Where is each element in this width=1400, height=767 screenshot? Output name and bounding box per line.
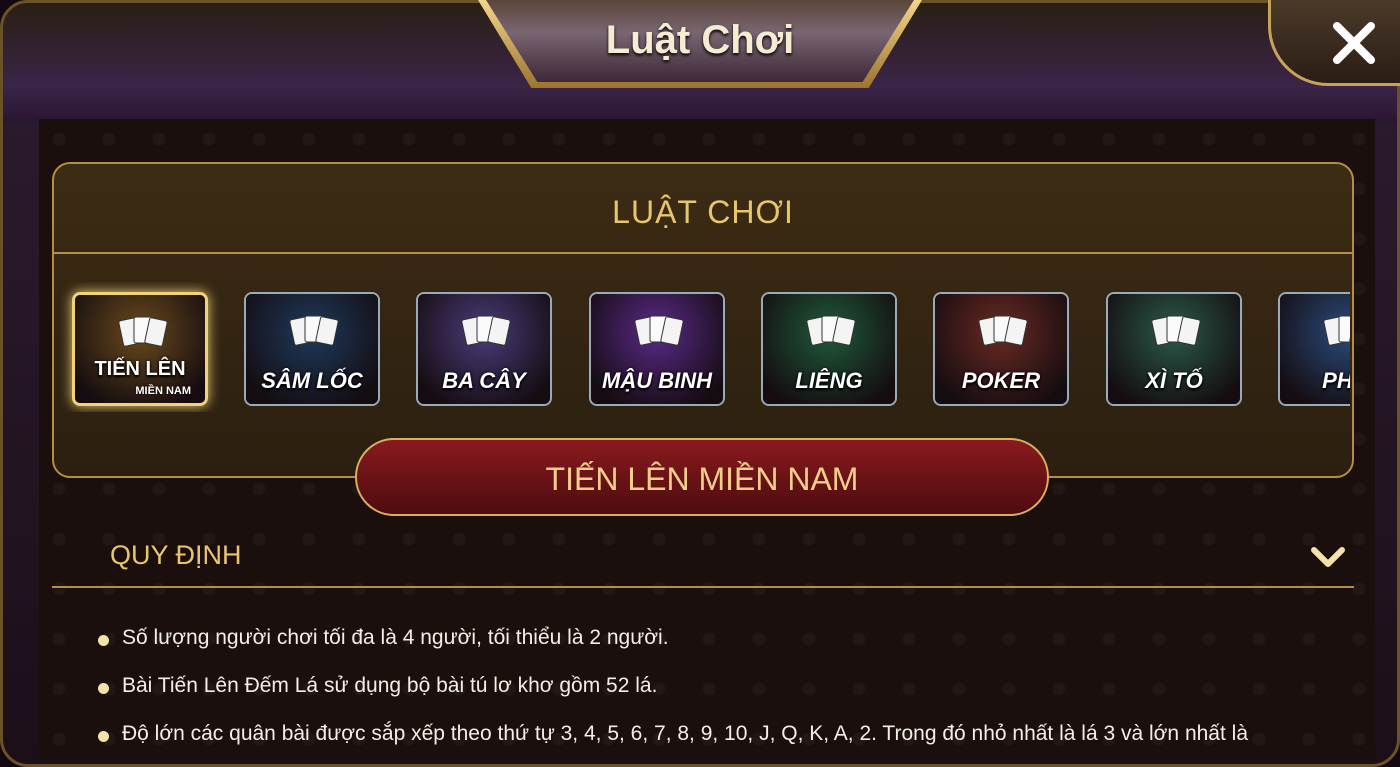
game-card[interactable]: TIẾN LÊN MIỀN NAM <box>72 292 208 406</box>
playing-cards-icon <box>634 315 684 346</box>
game-card-label: POKER <box>961 368 1041 393</box>
game-card-label: BA CÂY <box>442 368 526 393</box>
panel-title: LUẬT CHƠI <box>612 194 794 230</box>
playing-cards-icon <box>806 315 856 346</box>
rule-text: Độ lớn các quân bài được sắp xếp theo th… <box>122 722 1248 745</box>
playing-cards-icon <box>1323 315 1350 346</box>
game-card-label: LIÊNG <box>795 368 863 393</box>
rules-list: Số lượng người chơi tối đa là 4 người, t… <box>96 626 1366 767</box>
game-card-label: XÌ TỐ <box>1145 368 1203 393</box>
game-card-sublabel: MIỀN NAM <box>135 385 191 397</box>
game-card[interactable]: PHỎ <box>1278 292 1350 406</box>
selected-game-title: TIẾN LÊN MIỀN NAM <box>355 438 1049 516</box>
game-card-label: TIẾN LÊN <box>94 358 186 380</box>
rules-section-title: QUY ĐỊNH <box>110 540 242 570</box>
rule-item: Độ lớn các quân bài được sắp xếp theo th… <box>96 722 1366 767</box>
playing-cards-icon <box>289 315 339 346</box>
rules-section-header[interactable]: QUY ĐỊNH <box>52 530 1354 588</box>
game-card[interactable]: LIÊNG <box>761 292 897 406</box>
game-card-label: PHỎ <box>1322 368 1350 393</box>
playing-cards-icon <box>978 315 1028 346</box>
game-list[interactable]: TIẾN LÊN MIỀN NAM SÂM LỐC BA CÂY MẬU BINH LIÊ… <box>60 282 1350 412</box>
chevron-down-icon <box>1311 547 1345 567</box>
rule-item: Bài Tiến Lên Đếm Lá sử dụng bộ bài tú lơ… <box>96 674 1366 722</box>
dialog-title: Luật Chơi <box>605 18 795 62</box>
playing-cards-icon <box>118 316 168 347</box>
game-card[interactable]: BA CÂY <box>416 292 552 406</box>
game-card[interactable]: MẬU BINH <box>589 292 725 406</box>
rule-text: Bài Tiến Lên Đếm Lá sử dụng bộ bài tú lơ… <box>122 674 658 697</box>
game-card-label: MẬU BINH <box>602 368 712 393</box>
rule-text: Số lượng người chơi tối đa là 4 người, t… <box>122 626 669 649</box>
game-card[interactable]: POKER <box>933 292 1069 406</box>
close-icon <box>1333 22 1375 64</box>
game-card[interactable]: SÂM LỐC <box>244 292 380 406</box>
bullet-icon <box>98 683 109 694</box>
playing-cards-icon <box>1151 315 1201 346</box>
playing-cards-icon <box>461 315 511 346</box>
bullet-icon <box>98 731 109 742</box>
bullet-icon <box>98 635 109 646</box>
panel-divider <box>54 252 1352 254</box>
game-card[interactable]: XÌ TỐ <box>1106 292 1242 406</box>
game-card-label: SÂM LỐC <box>261 368 363 393</box>
rule-item: Số lượng người chơi tối đa là 4 người, t… <box>96 626 1366 674</box>
